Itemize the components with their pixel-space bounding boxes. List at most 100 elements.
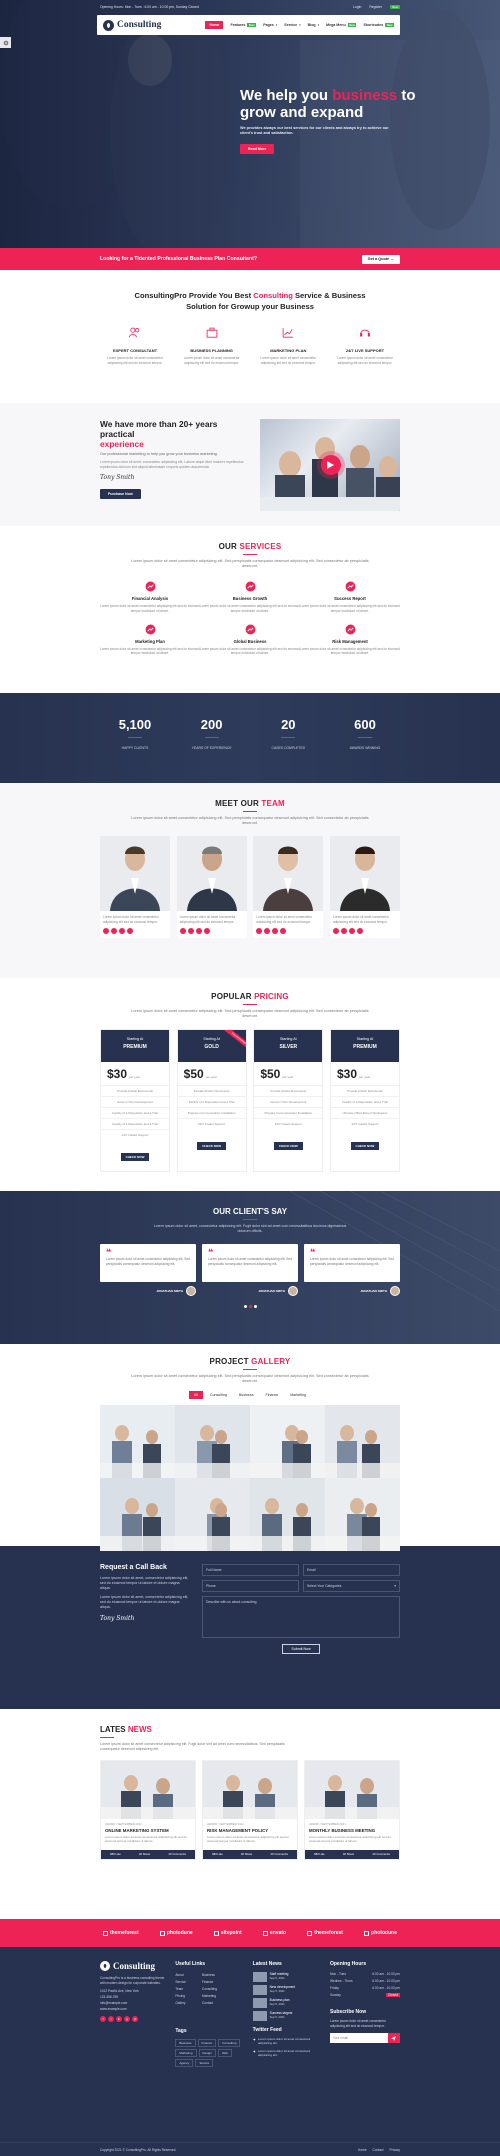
google-icon[interactable] bbox=[203, 927, 210, 934]
twitter-icon[interactable]: t bbox=[108, 2016, 114, 2023]
phone-input[interactable]: Phone bbox=[202, 1580, 299, 1592]
footer-news-item[interactable]: Business plan Sep 5, 2021 bbox=[252, 1998, 323, 2008]
partner-logo[interactable]: themeforest bbox=[103, 1930, 139, 1936]
about-video[interactable] bbox=[259, 419, 400, 511]
service-card[interactable]: Success Report Lorem ipsum dolor sit amet… bbox=[300, 581, 400, 613]
service-card[interactable]: Business Growth Lorem ipsum dolor sit ame… bbox=[200, 581, 300, 613]
google-icon[interactable] bbox=[280, 927, 287, 934]
footer-link[interactable]: Consulting bbox=[202, 1987, 217, 1991]
tag[interactable]: Consulting bbox=[218, 2039, 241, 2047]
service-card[interactable]: Risk Management Lorem ipsum dolor sit ame… bbox=[300, 624, 400, 656]
twitter-icon[interactable] bbox=[340, 927, 347, 934]
tag[interactable]: Marketing bbox=[175, 2049, 197, 2057]
partner-logo[interactable]: envato bbox=[262, 1930, 286, 1936]
linkedin-icon[interactable] bbox=[195, 927, 202, 934]
purchase-now-button[interactable]: Purchase Now bbox=[100, 488, 141, 499]
email-input[interactable]: Email bbox=[303, 1564, 400, 1576]
google-icon[interactable]: g bbox=[124, 2016, 130, 2023]
nav-item-features[interactable]: Features New bbox=[230, 23, 257, 27]
service-card[interactable]: Global Business Lorem ipsum dolor sit ame… bbox=[200, 624, 300, 656]
team-member-card[interactable]: Lorem ipsum dolor sit amet consectetur a… bbox=[176, 836, 247, 938]
twitter-icon[interactable] bbox=[111, 927, 117, 934]
footer-link[interactable]: Team bbox=[175, 1987, 186, 1991]
play-button[interactable] bbox=[320, 455, 341, 475]
tag[interactable]: Finance bbox=[197, 2039, 217, 2047]
team-member-card[interactable]: Lorem ipsum dolor sit amet consectetur a… bbox=[329, 836, 400, 938]
login-link[interactable]: Login bbox=[353, 5, 361, 9]
check-now-button[interactable]: CHECK NOW bbox=[197, 1142, 227, 1151]
team-member-card[interactable]: Lorem ipsum dolor sit amet consectetur a… bbox=[100, 836, 170, 938]
news-title[interactable]: MONTHLY BUSINESS MEETING bbox=[309, 1828, 395, 1833]
tag[interactable]: Agency bbox=[175, 2059, 194, 2067]
twitter-icon[interactable] bbox=[264, 927, 271, 934]
nav-item-blog[interactable]: Blog ▾ bbox=[308, 23, 320, 27]
footer-web[interactable]: www.example.com bbox=[100, 2007, 168, 2011]
footer-link[interactable]: Business bbox=[202, 1973, 217, 1977]
gallery-image[interactable] bbox=[325, 1478, 400, 1552]
tag[interactable]: Service bbox=[195, 2059, 214, 2067]
footer-bottom-link[interactable]: Contact bbox=[373, 2148, 384, 2152]
news-card[interactable]: AWARD / SEPTEMBER 2021 MONTHLY BUSINESS M… bbox=[304, 1760, 400, 1860]
news-card[interactable]: AWARD / SEPTEMBER 2021 RISK MANAGEMENT PO… bbox=[202, 1760, 298, 1860]
google-icon[interactable] bbox=[127, 927, 133, 934]
linkedin-icon[interactable] bbox=[272, 927, 279, 934]
comments-count[interactable]: 20 Comments bbox=[270, 1852, 287, 1856]
instagram-icon[interactable]: ◎ bbox=[132, 2016, 138, 2023]
full-name-input[interactable]: Full Name bbox=[202, 1564, 299, 1576]
news-title[interactable]: ONLINE MARKETING SYSTEM bbox=[105, 1828, 191, 1833]
footer-news-item[interactable]: New development Sep 5, 2021 bbox=[252, 1985, 323, 1995]
nav-item-mega-menu[interactable]: Mega Menu New bbox=[326, 23, 357, 27]
tag[interactable]: Web bbox=[217, 2049, 232, 2057]
category-select[interactable]: Select Your Categories ▾ bbox=[303, 1580, 400, 1592]
facebook-icon[interactable] bbox=[256, 927, 263, 934]
footer-bottom-link[interactable]: Privacy bbox=[390, 2148, 400, 2152]
news-title[interactable]: RISK MANAGEMENT POLICY bbox=[207, 1828, 293, 1833]
linkedin-icon[interactable] bbox=[119, 927, 125, 934]
gallery-image[interactable] bbox=[175, 1405, 250, 1479]
check-now-button[interactable]: CHECK NOW bbox=[273, 1142, 303, 1151]
footer-link[interactable]: Contact bbox=[202, 2001, 217, 2005]
footer-logo[interactable]: Consulting bbox=[100, 1961, 168, 1971]
footer-link[interactable]: Service bbox=[175, 1980, 186, 1984]
footer-bottom-link[interactable]: Home bbox=[358, 2148, 367, 2152]
shares-count[interactable]: 46 Share bbox=[241, 1852, 252, 1856]
gallery-filter-consulting[interactable]: Consulting bbox=[205, 1391, 232, 1399]
message-textarea[interactable]: Describe with us about consulting bbox=[202, 1596, 400, 1638]
carousel-dot[interactable] bbox=[253, 1305, 257, 1308]
facebook-icon[interactable] bbox=[103, 927, 109, 934]
footer-news-item[interactable]: Success targets Sep 5, 2021 bbox=[252, 2011, 323, 2021]
team-member-card[interactable]: Lorem ipsum dolor sit amet consectetur a… bbox=[253, 836, 324, 938]
likes-count[interactable]: 680 Like bbox=[212, 1852, 223, 1856]
footer-link[interactable]: Marketing bbox=[202, 1994, 217, 1998]
google-icon[interactable] bbox=[356, 927, 363, 934]
gallery-image[interactable] bbox=[325, 1405, 400, 1479]
gallery-image[interactable] bbox=[250, 1405, 325, 1479]
gallery-filter-finance[interactable]: Finance bbox=[261, 1391, 284, 1399]
register-link[interactable]: Register bbox=[369, 5, 382, 9]
gallery-image[interactable] bbox=[100, 1405, 175, 1479]
comments-count[interactable]: 20 Comments bbox=[372, 1852, 389, 1856]
footer-news-item[interactable]: Staff meeting Sep 5, 2021 bbox=[252, 1972, 323, 1982]
shares-count[interactable]: 46 Share bbox=[139, 1852, 150, 1856]
partner-logo[interactable]: photodune bbox=[364, 1930, 397, 1936]
check-now-button[interactable]: CHECK NOW bbox=[350, 1142, 380, 1151]
facebook-icon[interactable] bbox=[332, 927, 339, 934]
check-now-button[interactable]: CHECK NOW bbox=[120, 1153, 150, 1162]
gallery-image[interactable] bbox=[175, 1478, 250, 1552]
service-card[interactable]: Financial Analysis Lorem ipsum dolor sit … bbox=[100, 581, 200, 613]
nav-item-pages[interactable]: Pages ▾ bbox=[263, 23, 277, 27]
nav-item-shortcodes[interactable]: Shortcodes New bbox=[363, 23, 394, 27]
partner-logo[interactable]: sitepoint bbox=[213, 1930, 242, 1936]
footer-email[interactable]: info@example.com bbox=[100, 2001, 168, 2005]
gallery-image[interactable] bbox=[250, 1478, 325, 1552]
facebook-icon[interactable] bbox=[179, 927, 186, 934]
settings-toggle[interactable] bbox=[0, 37, 11, 48]
linkedin-icon[interactable] bbox=[348, 927, 355, 934]
comments-count[interactable]: 20 Comments bbox=[168, 1852, 185, 1856]
tag[interactable]: Design bbox=[198, 2049, 216, 2057]
gallery-image[interactable] bbox=[100, 1478, 175, 1552]
subscribe-button[interactable] bbox=[387, 2033, 400, 2044]
carousel-dot[interactable] bbox=[248, 1305, 252, 1308]
nav-item-home[interactable]: Home bbox=[205, 21, 224, 29]
shares-count[interactable]: 46 Share bbox=[343, 1852, 354, 1856]
